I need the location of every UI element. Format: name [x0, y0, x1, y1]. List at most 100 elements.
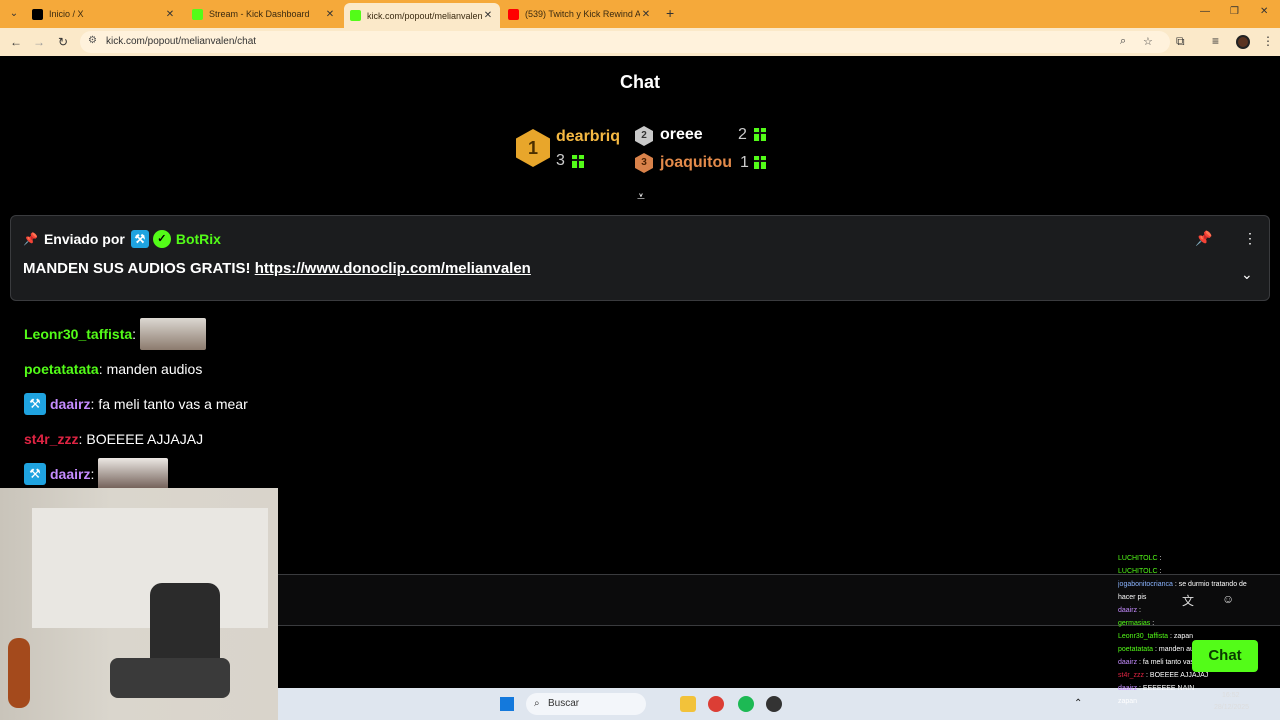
gift-icon [754, 156, 766, 169]
url-text: kick.com/popout/melianvalen/chat [106, 36, 257, 47]
emote-image [98, 458, 169, 490]
moderator-badge-icon: ⚒ [24, 393, 46, 415]
address-bar[interactable]: ⚙ kick.com/popout/melianvalen/chat ⌕ ☆ [80, 31, 1170, 53]
close-icon[interactable]: ✕ [482, 10, 494, 21]
tab-kick-chat[interactable]: kick.com/popout/melianvalen/ ✕ [344, 3, 500, 28]
rank-3-badge: 3 [635, 153, 653, 173]
site-info-icon[interactable]: ⚙ [88, 35, 97, 46]
chrome-icon[interactable] [708, 696, 724, 712]
tab-title: Inicio / X [49, 9, 84, 19]
stream-chat-overlay: LUCHITOLC : LUCHITOLC : jogabonitocrianc… [1118, 552, 1280, 720]
message-username[interactable]: daairz [50, 466, 90, 482]
close-icon[interactable]: ✕ [324, 9, 336, 20]
profile-avatar[interactable] [1236, 35, 1250, 49]
pinned-label: Enviado por [43, 231, 125, 247]
extensions-icon[interactable]: ⧉ [1176, 34, 1185, 49]
chat-message: poetatatata: manden audios [24, 361, 203, 377]
reload-icon[interactable]: ↻ [55, 34, 71, 50]
message-text: BOEEEE AJJAJAJ [86, 431, 204, 447]
webcam-overlay [0, 488, 278, 720]
message-username[interactable]: daairz [50, 396, 90, 412]
overlay-line: LUCHITOLC : [1118, 568, 1162, 575]
gift-icon [754, 128, 766, 141]
tray-chevron-icon[interactable]: ⌃ [1074, 698, 1082, 709]
pinned-text: MANDEN SUS AUDIOS GRATIS! https://www.do… [23, 260, 531, 277]
youtube-logo-icon [508, 8, 519, 20]
windows-start-icon[interactable] [500, 697, 514, 711]
chair-seat [110, 658, 230, 698]
leaderboard-name-1[interactable]: dearbriq [556, 128, 620, 146]
close-icon[interactable]: ✕ [640, 9, 652, 20]
file-explorer-icon[interactable] [680, 696, 696, 712]
leaderboard-name-2[interactable]: oreee [660, 126, 703, 144]
moderator-badge-icon: ⚒ [24, 463, 46, 485]
moderator-badge-icon: ⚒ [130, 230, 149, 248]
chat-message: ⚒ daairz: fa meli tanto vas a mear [24, 393, 248, 415]
overlay-text: se durmio tratando de [1178, 581, 1247, 588]
new-tab-icon[interactable]: + [666, 5, 674, 21]
overlay-line: LUCHITOLC : [1118, 555, 1162, 562]
overlay-line: zapan [1118, 695, 1280, 708]
x-logo-icon [32, 8, 43, 20]
chat-message: ⚒ daairz: [24, 458, 169, 490]
clock-date: 28/12/2025 [1214, 704, 1250, 711]
minimize-icon[interactable]: — [1200, 6, 1210, 17]
leaderboard-count-3: 1 [740, 154, 749, 171]
gift-icon [572, 155, 584, 168]
chat-message: st4r_zzz: BOEEEE AJJAJAJ [24, 431, 204, 447]
pin-icon: 📌 [23, 232, 38, 246]
translate-icon: 文 [1182, 594, 1195, 608]
overlay-text: BOEEEE AJJAJAJ [1149, 672, 1209, 679]
overlay-text: zapan [1118, 698, 1138, 705]
taskbar-search[interactable]: ⌕ Buscar [526, 693, 646, 715]
unpin-icon[interactable]: 📌 [1195, 230, 1212, 247]
overlay-chat-button: Chat [1192, 640, 1258, 672]
kick-logo-icon [350, 10, 361, 21]
back-icon[interactable]: ← [8, 34, 24, 50]
kick-logo-icon [192, 8, 203, 20]
emoji-icon: ☺ [1222, 592, 1235, 606]
message-username[interactable]: st4r_zzz [24, 431, 78, 447]
pinned-message-text: MANDEN SUS AUDIOS GRATIS! [23, 260, 251, 277]
bookmark-star-icon[interactable]: ☆ [1143, 35, 1153, 48]
obs-icon[interactable] [766, 696, 782, 712]
overlay-username: poetatatata [1118, 646, 1154, 653]
pinned-sender[interactable]: BotRix [176, 231, 221, 247]
pinned-message: 📌 Enviado por ⚒ ✓ BotRix MANDEN SUS AUDI… [10, 215, 1270, 301]
collapse-chevron-icon[interactable]: ⌄ [1241, 266, 1253, 283]
overlay-line: jogabonitocrianca : se durmio tratando d… [1118, 581, 1247, 588]
zoom-icon[interactable]: ⌕ [1120, 35, 1126, 48]
close-icon[interactable]: ✕ [164, 9, 176, 20]
media-controls-icon[interactable]: ≡ [1212, 34, 1219, 48]
tab-title: (539) Twitch y Kick Rewind Arge [525, 9, 640, 19]
pinned-header: 📌 Enviado por ⚒ ✓ BotRix [23, 230, 221, 248]
leaderboard-name-3[interactable]: joaquitou [660, 154, 732, 172]
tab-search-icon[interactable]: ⌄ [6, 6, 22, 22]
message-username[interactable]: Leonr30_taffista [24, 326, 132, 342]
overlay-line: daairz : EEEEEEE NAIN [1118, 685, 1195, 692]
more-options-icon[interactable]: ⋮ [1243, 230, 1257, 247]
restore-icon[interactable]: ❐ [1230, 6, 1239, 17]
expand-leaderboard-icon[interactable]: ⩡ [632, 188, 650, 206]
overlay-text: zapan [1173, 633, 1193, 640]
window-close-icon[interactable]: ✕ [1260, 6, 1268, 17]
message-text: manden audios [106, 361, 203, 377]
tab-kick-dashboard[interactable]: Stream - Kick Dashboard ✕ [186, 3, 342, 25]
tab-title: Stream - Kick Dashboard [209, 9, 310, 19]
message-username[interactable]: poetatatata [24, 361, 99, 377]
rank-2-badge: 2 [635, 126, 653, 146]
menu-kebab-icon[interactable]: ⋮ [1262, 34, 1274, 48]
spotify-icon[interactable] [738, 696, 754, 712]
forward-icon[interactable]: → [31, 34, 47, 50]
tab-x[interactable]: Inicio / X ✕ [26, 3, 182, 25]
pinned-link[interactable]: https://www.donoclip.com/melianvalen [255, 260, 531, 277]
overlay-username: LUCHITOLC [1118, 568, 1158, 575]
rank-1-badge: 1 [516, 129, 550, 167]
overlay-username: jogabonitocrianca [1118, 581, 1173, 588]
overlay-username: daairz [1118, 607, 1138, 614]
message-text: fa meli tanto vas a mear [98, 396, 248, 412]
tab-youtube[interactable]: (539) Twitch y Kick Rewind Arge ✕ [502, 3, 658, 25]
search-icon: ⌕ [534, 698, 540, 709]
chat-message: Leonr30_taffista: [24, 318, 207, 350]
overlay-username: LUCHITOLC [1118, 555, 1158, 562]
